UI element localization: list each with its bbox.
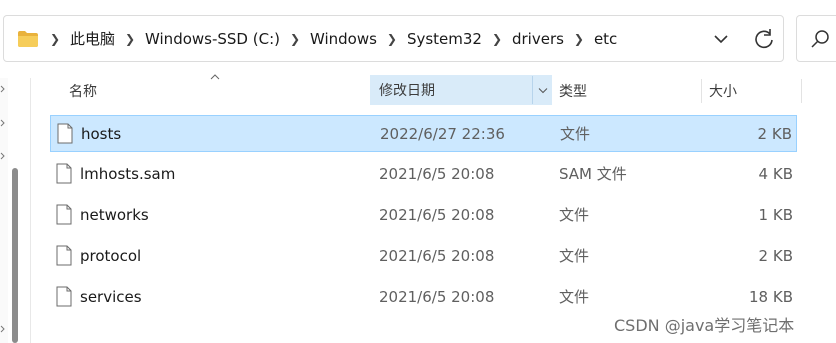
chevron-right-icon[interactable]: ❯ bbox=[119, 32, 141, 46]
file-date: 2021/6/5 20:08 bbox=[379, 165, 495, 183]
file-icon bbox=[56, 286, 72, 307]
file-size: 1 KB bbox=[758, 206, 793, 224]
chevron-down-icon[interactable] bbox=[709, 27, 733, 51]
file-type: SAM 文件 bbox=[559, 165, 627, 183]
pane-divider[interactable] bbox=[30, 78, 31, 343]
chevron-down-icon bbox=[538, 87, 547, 93]
navigation-pane-chevrons bbox=[0, 85, 5, 333]
column-size[interactable]: 大小 bbox=[703, 75, 801, 107]
file-type: 文件 bbox=[559, 247, 590, 265]
address-bar[interactable]: ❯ 此电脑 ❯ Windows-SSD (C:) ❯ Windows ❯ Sys… bbox=[3, 15, 784, 62]
column-type[interactable]: 类型 bbox=[559, 75, 699, 107]
file-name: hosts bbox=[81, 125, 122, 143]
chevron-right-icon[interactable]: ❯ bbox=[284, 32, 306, 46]
breadcrumb-system32[interactable]: System32 bbox=[403, 30, 486, 48]
file-icon bbox=[57, 123, 73, 144]
breadcrumb: ❯ 此电脑 ❯ Windows-SSD (C:) ❯ Windows ❯ Sys… bbox=[44, 16, 621, 61]
file-icon bbox=[56, 204, 72, 225]
file-type: 文件 bbox=[560, 125, 591, 143]
file-size: 4 KB bbox=[758, 165, 793, 183]
chevron-right-icon[interactable]: ❯ bbox=[44, 32, 66, 46]
file-date: 2022/6/27 22:36 bbox=[380, 125, 505, 143]
breadcrumb-etc[interactable]: etc bbox=[590, 30, 621, 48]
folder-icon bbox=[18, 31, 38, 47]
file-name: protocol bbox=[80, 247, 142, 265]
column-date-label: 修改日期 bbox=[379, 83, 435, 99]
watermark: CSDN @java学习笔记本 bbox=[614, 316, 795, 335]
chevron-right-icon[interactable]: ❯ bbox=[486, 32, 508, 46]
chevron-right-icon[interactable]: ❯ bbox=[381, 32, 403, 46]
search-input[interactable] bbox=[796, 15, 836, 62]
file-name: services bbox=[80, 288, 142, 306]
breadcrumb-drivers[interactable]: drivers bbox=[508, 30, 568, 48]
file-size: 2 KB bbox=[758, 247, 793, 265]
chevron-right-icon[interactable]: ❯ bbox=[568, 32, 590, 46]
refresh-icon[interactable] bbox=[750, 25, 778, 53]
file-icon bbox=[56, 163, 72, 184]
file-row-protocol[interactable]: protocol 2021/6/5 20:08 文件 2 KB bbox=[50, 238, 797, 275]
file-row-hosts[interactable]: hosts 2022/6/27 22:36 文件 2 KB bbox=[50, 115, 797, 152]
column-divider[interactable] bbox=[701, 79, 702, 103]
file-date: 2021/6/5 20:08 bbox=[379, 206, 495, 224]
column-name[interactable]: 名称 bbox=[69, 75, 369, 107]
file-row-services[interactable]: services 2021/6/5 20:08 文件 18 KB bbox=[50, 279, 797, 316]
file-date: 2021/6/5 20:08 bbox=[379, 288, 495, 306]
file-row-lmhosts[interactable]: lmhosts.sam 2021/6/5 20:08 SAM 文件 4 KB bbox=[50, 156, 797, 193]
file-name: lmhosts.sam bbox=[80, 165, 176, 183]
file-type: 文件 bbox=[559, 206, 590, 224]
file-size: 2 KB bbox=[757, 125, 792, 143]
breadcrumb-windows[interactable]: Windows bbox=[306, 30, 381, 48]
breadcrumb-this-pc[interactable]: 此电脑 bbox=[66, 28, 119, 49]
breadcrumb-drive-c[interactable]: Windows-SSD (C:) bbox=[141, 30, 284, 48]
column-divider[interactable] bbox=[801, 79, 802, 103]
file-name: networks bbox=[80, 206, 149, 224]
file-type: 文件 bbox=[559, 288, 590, 306]
file-icon bbox=[56, 245, 72, 266]
column-filter-dropdown[interactable] bbox=[532, 76, 552, 104]
file-row-networks[interactable]: networks 2021/6/5 20:08 文件 1 KB bbox=[50, 197, 797, 234]
address-bar-row: ❯ 此电脑 ❯ Windows-SSD (C:) ❯ Windows ❯ Sys… bbox=[0, 0, 836, 78]
navigation-pane-scrollbar[interactable] bbox=[12, 168, 18, 343]
column-header: 名称 修改日期 类型 大小 bbox=[31, 74, 836, 107]
search-icon bbox=[811, 30, 829, 48]
file-date: 2021/6/5 20:08 bbox=[379, 247, 495, 265]
column-date-modified[interactable]: 修改日期 bbox=[370, 75, 552, 105]
file-size: 18 KB bbox=[749, 288, 793, 306]
